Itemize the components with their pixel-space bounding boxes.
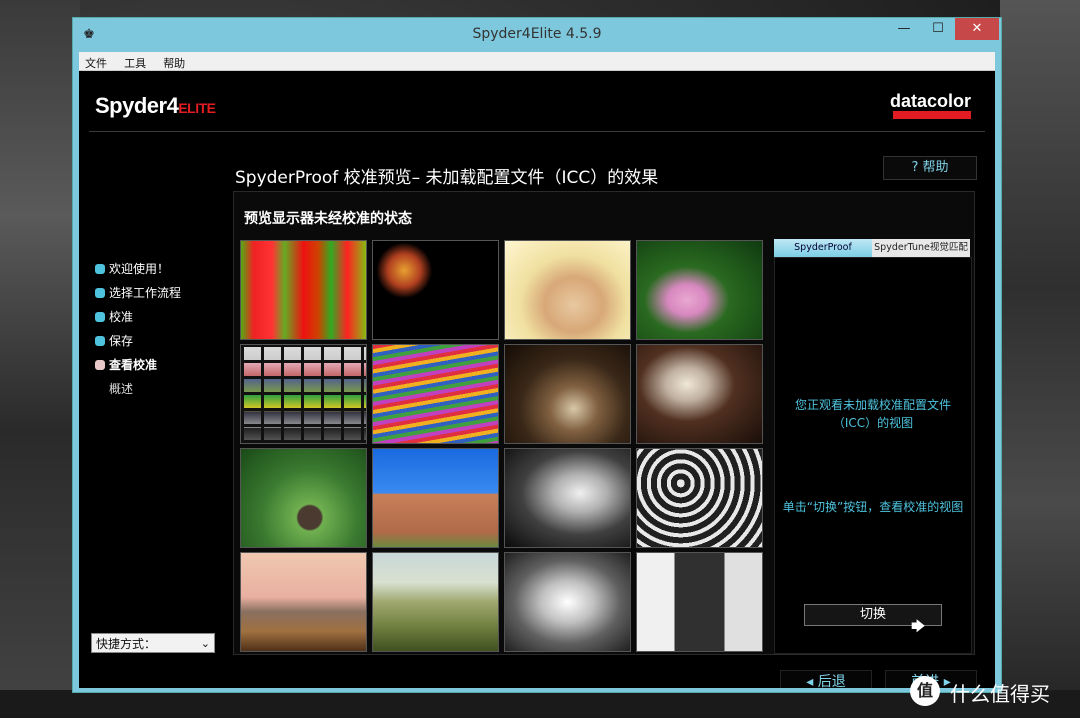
smzdm-logo-icon: 值 (910, 676, 940, 706)
image-tile-garden-urn[interactable] (240, 448, 367, 548)
step-dot-icon (95, 312, 105, 322)
image-tile-bw-scooter[interactable] (504, 552, 631, 652)
panel-subtitle: 预览显示器未经校准的状态 (244, 211, 412, 227)
image-tile-peppers[interactable] (240, 240, 367, 340)
preview-panel: 预览显示器未经校准的状态 SpyderProof SpyderTune视觉匹配 … (233, 191, 975, 655)
image-grid (240, 240, 768, 654)
mouse-pointer-icon: 🡆 (911, 619, 926, 635)
close-button[interactable]: ✕ (955, 18, 999, 40)
watermark-text: 什么值得买 (950, 682, 1050, 706)
minimize-button[interactable]: — (887, 18, 921, 40)
back-button[interactable]: ◂ 后退 (780, 670, 872, 688)
menu-tools[interactable]: 工具 (118, 55, 152, 71)
nav-item-calibrate[interactable]: 校准 (95, 307, 181, 331)
image-tile-bw-collage[interactable] (636, 552, 763, 652)
nav-item-view-calibration[interactable]: 查看校准 (95, 355, 181, 379)
chevron-down-icon: ⌄ (200, 637, 210, 650)
image-tile-girl-garden[interactable] (636, 240, 763, 340)
step-dot-active-icon (95, 360, 105, 370)
app-client-area: Spyder4ELITE datacolor SpyderProof 校准预览–… (79, 71, 995, 688)
spyder4elite-logo: Spyder4ELITE (95, 93, 216, 119)
image-tile-yarn[interactable] (372, 344, 499, 444)
image-tile-tuscany[interactable] (372, 552, 499, 652)
logo-suffix: ELITE (178, 100, 216, 116)
step-dot-icon (95, 264, 105, 274)
datacolor-logo: datacolor (889, 91, 971, 111)
nav-label: 欢迎使用！ (109, 262, 170, 276)
image-tile-plates[interactable] (372, 240, 499, 340)
app-window: ♚ Spyder4Elite 4.5.9 — ☐ ✕ 文件 工具 帮助 Spyd… (72, 17, 1002, 693)
menu-file[interactable]: 文件 (79, 55, 113, 71)
tab-spydertune[interactable]: SpyderTune视觉匹配 (872, 239, 970, 257)
logo-main: Spyder4 (95, 93, 179, 118)
nav-item-save[interactable]: 保存 (95, 331, 181, 355)
image-tile-bw-woman[interactable] (504, 448, 631, 548)
title-bar[interactable]: ♚ Spyder4Elite 4.5.9 — ☐ ✕ (73, 18, 1001, 52)
background-rock-left (0, 0, 80, 718)
step-dot-icon (95, 336, 105, 346)
image-tile-church[interactable] (372, 448, 499, 548)
datacolor-logo-bar (893, 111, 971, 119)
header-divider (89, 131, 985, 132)
image-tile-marilyn[interactable] (636, 344, 763, 444)
nav-item-workflow[interactable]: 选择工作流程 (95, 283, 181, 307)
info-side-panel: 您正观看未加载校准配置文件（ICC）的视图 单击“切换”按钮，查看校准的视图 切… (774, 257, 972, 654)
nav-label: 保存 (109, 334, 134, 348)
nav-label: 选择工作流程 (109, 286, 182, 300)
menu-help[interactable]: 帮助 (157, 55, 191, 71)
nav-subitem-overview[interactable]: 概述 (95, 379, 181, 403)
proof-tabs: SpyderProof SpyderTune视觉匹配 (774, 239, 970, 257)
image-tile-guitarist[interactable] (504, 344, 631, 444)
image-tile-spiral-stairs[interactable] (636, 448, 763, 548)
instruction-message: 单击“切换”按钮，查看校准的视图 (782, 500, 964, 514)
shortcut-label: 快捷方式： (96, 637, 157, 651)
nav-label: 校准 (109, 310, 134, 324)
image-tile-portrait-woman[interactable] (504, 240, 631, 340)
workflow-nav: 欢迎使用！ 选择工作流程 校准 保存 查看校准 概述 (95, 259, 181, 403)
help-button[interactable]: ? 帮助 (883, 156, 977, 180)
status-message: 您正观看未加载校准配置文件（ICC）的视图 (794, 398, 951, 430)
nav-item-welcome[interactable]: 欢迎使用！ (95, 259, 181, 283)
window-title: Spyder4Elite 4.5.9 (472, 26, 602, 42)
tab-spyderproof[interactable]: SpyderProof (774, 239, 872, 257)
step-dot-icon (95, 288, 105, 298)
image-tile-sunset-field[interactable] (240, 552, 367, 652)
page-title: SpyderProof 校准预览– 未加载配置文件（ICC）的效果 (235, 168, 659, 188)
background-rock-right (1000, 0, 1080, 718)
image-tile-colorchecker[interactable] (240, 344, 367, 444)
maximize-button[interactable]: ☐ (921, 18, 955, 40)
nav-label: 查看校准 (109, 358, 158, 372)
shortcut-dropdown[interactable]: 快捷方式： ⌄ (91, 633, 215, 653)
menu-bar: 文件 工具 帮助 (79, 52, 995, 71)
